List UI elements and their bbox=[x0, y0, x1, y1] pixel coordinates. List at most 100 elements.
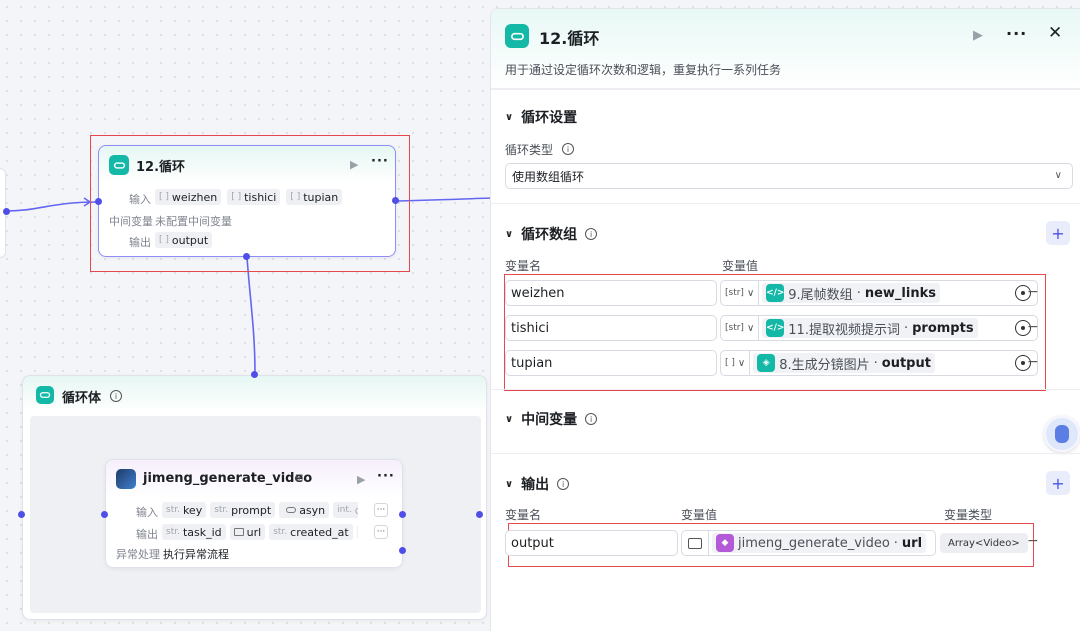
jimeng-logo-icon bbox=[116, 469, 136, 489]
input-label: 输入 bbox=[136, 506, 158, 519]
array-var-value-field[interactable]: [str] ∨ </> 9.尾帧数组 · new_links bbox=[720, 280, 1038, 306]
mid-var-label: 中间变量 bbox=[109, 215, 153, 228]
loop-node-title: 12.循环 bbox=[136, 160, 186, 175]
expand-outputs-button[interactable]: ··· bbox=[374, 525, 388, 539]
panel-header: 12.循环 ▶ ··· ✕ 用于通过设定循环次数和逻辑，重复执行一系列任务 bbox=[491, 9, 1080, 89]
plugin-icon: ⊞ bbox=[295, 473, 304, 484]
add-array-item-button[interactable]: + bbox=[1046, 221, 1070, 245]
jimeng-error-port[interactable] bbox=[399, 547, 406, 554]
ref-chip: </> 11.提取视频提示词 · prompts bbox=[762, 318, 978, 338]
section-header[interactable]: ∨ 循环设置 bbox=[505, 107, 577, 127]
chevron-down-icon: ∨ bbox=[505, 478, 514, 490]
run-icon[interactable]: ▶ bbox=[350, 158, 358, 171]
panel-title: 12.循环 bbox=[539, 29, 600, 48]
more-icon[interactable]: ··· bbox=[1006, 24, 1027, 43]
loop-input-port[interactable] bbox=[95, 198, 102, 205]
code-icon: </> bbox=[766, 284, 784, 302]
remove-row-button[interactable]: − bbox=[1027, 354, 1039, 370]
col-value-label: 变量值 bbox=[722, 259, 759, 273]
info-icon: i bbox=[557, 478, 570, 490]
section-header[interactable]: ∨ 输出 i bbox=[505, 474, 570, 494]
folder-icon[interactable] bbox=[682, 531, 709, 555]
loop-type-label: 循环类型 bbox=[505, 143, 554, 157]
info-icon: i bbox=[585, 228, 598, 240]
array-var-name-input[interactable]: weizhen bbox=[505, 280, 717, 306]
section-header[interactable]: ∨ 中间变量 i bbox=[505, 409, 598, 429]
input-label: 输入 bbox=[129, 193, 151, 206]
loop-body-right-port[interactable] bbox=[476, 511, 483, 518]
jimeng-input-port[interactable] bbox=[101, 511, 108, 518]
loop-type-select[interactable]: 使用数组循环 ∨ bbox=[505, 163, 1073, 189]
col-type-label: 变量类型 bbox=[944, 508, 993, 522]
chevron-down-icon: ∨ bbox=[1054, 170, 1062, 181]
output-var-name-input[interactable]: output bbox=[505, 530, 678, 556]
output-chip: str. task_id bbox=[162, 524, 226, 540]
section-header[interactable]: ∨ 循环数组 i bbox=[505, 224, 598, 244]
col-value-label: 变量值 bbox=[681, 508, 718, 522]
expand-inputs-button[interactable]: ··· bbox=[374, 503, 388, 517]
output-var-value-field[interactable]: ◆ jimeng_generate_video · url bbox=[681, 530, 936, 556]
col-name-label: 变量名 bbox=[505, 508, 542, 522]
loop-icon bbox=[109, 155, 129, 175]
info-icon[interactable]: i bbox=[110, 390, 122, 402]
code-icon: </> bbox=[766, 319, 784, 337]
input-chip: asyn bbox=[279, 502, 330, 518]
intermediate-section: ∨ 中间变量 i bbox=[491, 389, 1080, 453]
loop-icon bbox=[505, 24, 529, 48]
remove-row-button[interactable]: − bbox=[1027, 319, 1039, 335]
add-output-button[interactable]: + bbox=[1046, 471, 1070, 495]
output-type-badge: Array<Video> bbox=[940, 533, 1028, 553]
more-icon[interactable]: ··· bbox=[371, 154, 389, 169]
run-icon[interactable]: ▶ bbox=[973, 28, 983, 43]
col-name-label: 变量名 bbox=[505, 259, 542, 273]
type-select[interactable]: [str] ∨ bbox=[721, 281, 760, 305]
input-chip: [ ] weizhen bbox=[155, 189, 222, 205]
close-icon[interactable]: ✕ bbox=[1048, 23, 1062, 43]
type-select[interactable]: [ ] ∨ bbox=[721, 351, 751, 375]
jimeng-node[interactable]: jimeng_generate_video ⊞ ▶ ··· 输入 str. key… bbox=[105, 459, 403, 568]
chevron-down-icon: ∨ bbox=[505, 228, 514, 240]
input-chips: [ ] weizhen [ ] tishici [ ] tupian bbox=[155, 189, 343, 205]
assistant-float-icon[interactable] bbox=[1044, 416, 1080, 452]
output-chip: st bbox=[356, 524, 358, 540]
loop-output-port[interactable] bbox=[392, 197, 399, 204]
array-var-value-field[interactable]: [str] ∨ </> 11.提取视频提示词 · prompts bbox=[720, 315, 1038, 341]
loop-settings-panel: 12.循环 ▶ ··· ✕ 用于通过设定循环次数和逻辑，重复执行一系列任务 ∨ … bbox=[490, 8, 1080, 631]
array-var-value-field[interactable]: [ ] ∨ ◈ 8.生成分镜图片 · output bbox=[720, 350, 1038, 376]
info-icon[interactable]: i bbox=[562, 143, 574, 155]
panel-description: 用于通过设定循环次数和逻辑，重复执行一系列任务 bbox=[505, 63, 782, 77]
ref-chip: </> 9.尾帧数组 · new_links bbox=[762, 283, 940, 303]
ref-chip: ◆ jimeng_generate_video · url bbox=[712, 533, 927, 553]
array-var-name-input[interactable]: tishici bbox=[505, 315, 717, 341]
output-chip: str. created_at bbox=[269, 524, 353, 540]
jimeng-node-title: jimeng_generate_video bbox=[143, 471, 313, 486]
error-value: 执行异常流程 bbox=[163, 548, 229, 561]
mid-var-value: 未配置中间变量 bbox=[155, 215, 232, 228]
loop-body-port[interactable] bbox=[243, 253, 250, 260]
output-chip: [ ] output bbox=[155, 232, 213, 248]
input-chip: [ ] tupian bbox=[286, 189, 343, 205]
input-chip: str. prompt bbox=[210, 502, 276, 518]
remove-row-button[interactable]: − bbox=[1027, 284, 1039, 300]
input-chips: str.key str.prompt asyn int.durat bbox=[162, 502, 358, 518]
loop-body-top-port[interactable] bbox=[251, 371, 258, 378]
loop-body-title: 循环体 bbox=[62, 391, 102, 406]
chevron-down-icon: ∨ bbox=[505, 413, 514, 425]
array-var-name-input[interactable]: tupian bbox=[505, 350, 717, 376]
more-icon[interactable]: ··· bbox=[377, 469, 395, 484]
remove-output-button[interactable]: − bbox=[1027, 533, 1039, 549]
run-icon[interactable]: ▶ bbox=[357, 473, 365, 486]
prev-output-port[interactable] bbox=[3, 208, 10, 215]
loop-settings-section: ∨ 循环设置 循环类型 i 使用数组循环 ∨ bbox=[491, 89, 1080, 203]
output-chips: str.task_id url str.created_at st bbox=[162, 524, 358, 540]
output-label: 输出 bbox=[129, 236, 151, 249]
jimeng-output-port[interactable] bbox=[399, 511, 406, 518]
layers-icon: ◈ bbox=[757, 354, 776, 372]
loop-node[interactable]: 12.循环 ▶ ··· 输入 [ ] weizhen [ ] tishici [ ]… bbox=[98, 145, 396, 257]
loop-body-left-port[interactable] bbox=[18, 511, 25, 518]
output-label: 输出 bbox=[136, 528, 158, 541]
loop-body-icon bbox=[36, 386, 54, 404]
output-chip: url bbox=[229, 524, 266, 540]
info-icon: i bbox=[585, 413, 598, 425]
type-select[interactable]: [str] ∨ bbox=[721, 316, 760, 340]
